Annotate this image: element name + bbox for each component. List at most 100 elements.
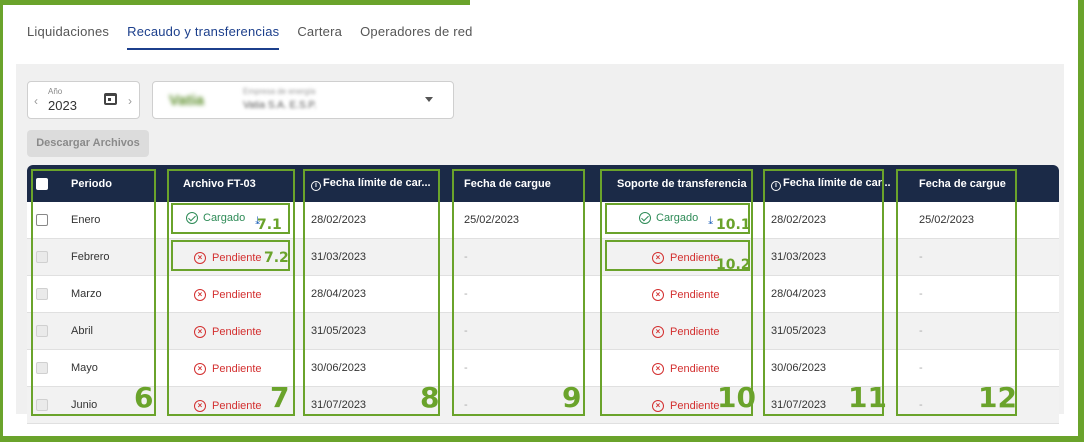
- row-checkbox[interactable]: [36, 325, 48, 337]
- calendar-icon[interactable]: [104, 93, 117, 105]
- status-pending: × Pendiente: [194, 288, 262, 301]
- header-limite-2[interactable]: i Fecha límite de car...: [763, 177, 899, 191]
- cell-limite-2: 30/06/2023: [771, 362, 827, 374]
- x-circle-icon: ×: [194, 288, 206, 301]
- tab-cartera[interactable]: Cartera: [297, 22, 342, 52]
- cell-limite-2: 28/04/2023: [771, 288, 827, 300]
- cell-limite-1: 31/05/2023: [311, 325, 367, 337]
- cell-archivo[interactable]: × Pendiente: [169, 362, 303, 375]
- table-body: Enero Cargado ⤓ 28/02/2023 25/02/2023 Cargado…: [27, 202, 1059, 424]
- table-row: Febrero × Pendiente 31/03/2023 - × Pendiente 31…: [27, 239, 1059, 276]
- tab-recaudo-transferencias[interactable]: Recaudo y transferencias: [127, 22, 280, 50]
- annotation-number: 12: [978, 381, 1017, 414]
- status-pending: × Pendiente: [194, 325, 262, 338]
- cell-cargue-2: 25/02/2023: [919, 214, 975, 226]
- info-icon[interactable]: i: [311, 180, 321, 191]
- x-circle-icon: ×: [652, 399, 664, 412]
- row-checkbox[interactable]: [36, 288, 48, 300]
- chevron-down-icon[interactable]: [425, 97, 433, 102]
- cell-cargue-1: 25/02/2023: [464, 214, 520, 226]
- row-checkbox[interactable]: [36, 214, 48, 226]
- cell-periodo: Marzo: [71, 288, 102, 300]
- cell-limite-2: 31/03/2023: [771, 251, 827, 263]
- cell-limite-1: 28/02/2023: [311, 214, 367, 226]
- row-checkbox[interactable]: [36, 251, 48, 263]
- cell-archivo[interactable]: × Pendiente: [169, 288, 303, 301]
- cell-soporte[interactable]: × Pendiente: [603, 325, 763, 338]
- cell-limite-1: 30/06/2023: [311, 362, 367, 374]
- annotation-number: 7: [270, 381, 290, 414]
- header-cargue-1[interactable]: Fecha de cargue: [453, 178, 603, 190]
- cell-archivo[interactable]: × Pendiente: [169, 325, 303, 338]
- annotation-number: 10.1: [716, 217, 751, 233]
- x-circle-icon: ×: [652, 288, 664, 301]
- cell-limite-1: 31/03/2023: [311, 251, 367, 263]
- table-row: Junio × Pendiente 31/07/2023- × Pendiente 31/0…: [27, 387, 1059, 424]
- cell-soporte[interactable]: × Pendiente: [603, 288, 763, 301]
- annotation-frame-top: [0, 0, 470, 5]
- x-circle-icon: ×: [194, 325, 206, 338]
- year-picker[interactable]: ‹ Año 2023 ›: [27, 81, 140, 119]
- year-value: 2023: [48, 98, 77, 113]
- header-limite-1[interactable]: i Fecha límite de car...: [303, 177, 453, 191]
- tab-bar: Liquidaciones Recaudo y transferencias C…: [27, 22, 473, 52]
- year-label: Año: [48, 87, 63, 96]
- row-checkbox[interactable]: [36, 399, 48, 411]
- x-circle-icon: ×: [652, 362, 664, 375]
- select-all-checkbox[interactable]: [36, 177, 48, 190]
- status-loaded: Cargado: [639, 212, 698, 224]
- annotation-frame-bottom: [0, 436, 1084, 442]
- annotation-number: 10: [717, 381, 756, 414]
- annotation-number: 9: [562, 381, 582, 414]
- tab-liquidaciones[interactable]: Liquidaciones: [27, 22, 109, 52]
- company-label: Empresa de energía: [243, 87, 316, 96]
- status-loaded: Cargado: [186, 212, 245, 224]
- cell-periodo: Mayo: [71, 362, 98, 374]
- annotation-number: 7.2: [264, 250, 289, 266]
- cell-cargue-1: -: [464, 362, 468, 374]
- chevron-left-icon[interactable]: ‹: [34, 94, 38, 108]
- status-pending: × Pendiente: [652, 251, 720, 264]
- company-logo: Vatia: [169, 92, 205, 109]
- cell-cargue-1: -: [464, 325, 468, 337]
- company-select[interactable]: Vatia Empresa de energía Vatia S.A. E.S.…: [152, 81, 454, 119]
- cell-soporte[interactable]: × Pendiente: [603, 362, 763, 375]
- liquidation-table: Periodo Archivo FT-03 i Fecha límite de c…: [27, 165, 1059, 424]
- annotation-number: 10.2: [716, 257, 751, 273]
- cell-cargue-2: -: [919, 251, 923, 263]
- chevron-right-icon[interactable]: ›: [128, 94, 132, 108]
- table-row: Marzo × Pendiente 28/04/2023 - × Pendiente 28/0…: [27, 276, 1059, 313]
- header-cargue-2[interactable]: Fecha de cargue: [899, 178, 1059, 190]
- cell-cargue-1: -: [464, 288, 468, 300]
- table-row: Abril × Pendiente 31/05/2023 - × Pendiente 31/0…: [27, 313, 1059, 350]
- company-value: Vatia S.A. E.S.P.: [243, 100, 317, 111]
- row-checkbox[interactable]: [36, 362, 48, 374]
- cell-limite-2: 31/05/2023: [771, 325, 827, 337]
- status-pending: × Pendiente: [652, 288, 720, 301]
- x-circle-icon: ×: [194, 251, 206, 264]
- download-files-button[interactable]: Descargar Archivos: [27, 130, 149, 157]
- header-soporte[interactable]: Soporte de transferencia: [603, 178, 763, 190]
- status-pending: × Pendiente: [652, 362, 720, 375]
- check-circle-icon: [186, 212, 198, 224]
- annotation-number: 7.1: [257, 217, 282, 233]
- cell-periodo: Abril: [71, 325, 94, 337]
- status-pending: × Pendiente: [194, 362, 262, 375]
- header-archivo[interactable]: Archivo FT-03: [169, 178, 303, 190]
- annotation-number: 8: [420, 381, 440, 414]
- cell-archivo[interactable]: Cargado ⤓: [169, 212, 303, 228]
- cell-limite-1: 28/04/2023: [311, 288, 367, 300]
- cell-limite-2: 28/02/2023: [771, 214, 827, 226]
- x-circle-icon: ×: [194, 362, 206, 375]
- status-pending: × Pendiente: [194, 251, 262, 264]
- tab-operadores-red[interactable]: Operadores de red: [360, 22, 473, 52]
- table-row: Mayo × Pendiente 30/06/2023 - × Pendiente 30/06…: [27, 350, 1059, 387]
- x-circle-icon: ×: [652, 325, 664, 338]
- cell-periodo: Enero: [71, 214, 101, 226]
- table-header: Periodo Archivo FT-03 i Fecha límite de c…: [27, 165, 1059, 202]
- download-icon[interactable]: ⤓: [708, 215, 713, 227]
- annotation-frame-left: [0, 0, 3, 442]
- header-periodo[interactable]: Periodo: [57, 178, 169, 190]
- x-circle-icon: ×: [194, 399, 206, 412]
- info-icon[interactable]: i: [771, 180, 781, 191]
